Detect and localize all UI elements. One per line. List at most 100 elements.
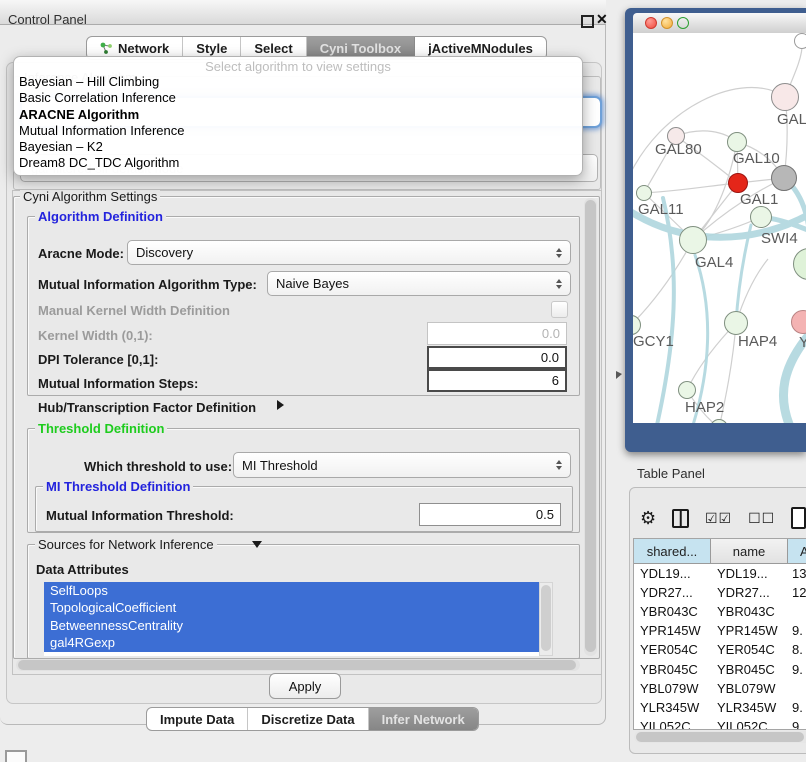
network-node[interactable] bbox=[771, 83, 799, 111]
kernel-width-field[interactable]: 0.0 bbox=[427, 322, 567, 345]
cell-value: 8. bbox=[788, 642, 806, 657]
table-panel-title: Table Panel bbox=[637, 466, 705, 481]
cell-value: 9. bbox=[788, 719, 806, 730]
screen: Control Panel ✕ Network bbox=[0, 0, 806, 762]
minimize-traffic-light[interactable] bbox=[661, 17, 673, 29]
manual-kernel-width-label: Manual Kernel Width Definition bbox=[38, 303, 230, 318]
dpi-tolerance-field[interactable]: 0.0 bbox=[427, 346, 567, 369]
checked-boxes-icon[interactable]: ☑☑ bbox=[705, 511, 732, 525]
attribute-list-item[interactable]: gal4RGexp bbox=[44, 634, 539, 651]
table-horizontal-scrollbar[interactable] bbox=[634, 731, 806, 743]
kernel-width-label: Kernel Width (0,1): bbox=[38, 328, 153, 343]
network-node[interactable] bbox=[794, 33, 806, 49]
bottom-tab-label: Discretize Data bbox=[261, 712, 354, 727]
table-row[interactable]: YBR043C YBR043C bbox=[634, 602, 806, 621]
dropdown-item[interactable]: Dream8 DC_TDC Algorithm bbox=[14, 155, 582, 171]
aracne-mode-combo[interactable]: Discovery bbox=[127, 240, 571, 265]
table-row[interactable]: YDL19... YDL19... 13 bbox=[634, 564, 806, 583]
network-node[interactable] bbox=[679, 226, 707, 254]
attribute-name: BetweennessCentrality bbox=[50, 618, 183, 633]
table-row[interactable]: YPR145W YPR145W 9. bbox=[634, 621, 806, 640]
network-node[interactable] bbox=[727, 132, 747, 152]
mi-algorithm-type-combo[interactable]: Naive Bayes bbox=[267, 271, 571, 296]
column-header-cut[interactable]: A bbox=[788, 539, 806, 563]
column-header-name[interactable]: name bbox=[711, 539, 788, 563]
attribute-list-item[interactable]: TopologicalCoefficient bbox=[44, 599, 539, 616]
control-panel-titlebar[interactable] bbox=[0, 0, 606, 25]
hub-definition-expander[interactable]: Hub/Transcription Factor Definition bbox=[38, 400, 256, 415]
dropdown-item[interactable]: Mutual Information Inference bbox=[14, 123, 582, 139]
table-row[interactable]: YLR345W YLR345W 9. bbox=[634, 698, 806, 717]
bottom-tab[interactable]: Discretize Data bbox=[248, 708, 368, 730]
network-window-titlebar[interactable] bbox=[633, 13, 806, 34]
data-attributes-label: Data Attributes bbox=[36, 562, 129, 577]
close-icon[interactable]: ✕ bbox=[596, 11, 608, 28]
tab-label: Select bbox=[254, 41, 292, 56]
table-row[interactable]: YIL052C YIL052C 9. bbox=[634, 717, 806, 730]
which-threshold-combo[interactable]: MI Threshold bbox=[233, 452, 571, 478]
table-row[interactable]: YBL079W YBL079W bbox=[634, 679, 806, 698]
gear-icon[interactable]: ⚙ bbox=[640, 509, 656, 527]
expander-arrow-icon[interactable] bbox=[277, 400, 284, 410]
cell-name: YBR045C bbox=[711, 662, 788, 677]
kernel-width-value: 0.0 bbox=[542, 326, 560, 341]
bottom-tab[interactable]: Infer Network bbox=[369, 708, 478, 730]
dropdown-item-label: Bayesian – Hill Climbing bbox=[19, 74, 159, 89]
hub-definition-label: Hub/Transcription Factor Definition bbox=[38, 400, 256, 415]
column-header-shared-name[interactable]: shared... bbox=[634, 539, 711, 563]
stepper-arrows-icon bbox=[556, 460, 562, 470]
table-row[interactable]: YDR27... YDR27... 12 bbox=[634, 583, 806, 602]
network-node-label: SWI4 bbox=[761, 230, 798, 247]
mi-threshold-field[interactable]: 0.5 bbox=[419, 503, 561, 526]
network-canvas[interactable]: GALGAL80GAL10GAL1GAL11GAL4SWI4GCY1HAP4YH… bbox=[633, 33, 806, 423]
collapse-arrow-icon[interactable] bbox=[252, 541, 262, 548]
partial-bottom-icon[interactable] bbox=[5, 750, 27, 762]
data-attributes-list[interactable]: SelfLoops TopologicalCoefficient Between… bbox=[44, 582, 539, 656]
dpi-tolerance-label: DPI Tolerance [0,1]: bbox=[38, 352, 158, 367]
split-columns-icon[interactable] bbox=[672, 509, 689, 528]
tab-label: Network bbox=[118, 41, 169, 56]
table-toolbar: ⚙ ☑☑ ☐☐ bbox=[640, 502, 806, 534]
network-node[interactable] bbox=[636, 185, 652, 201]
bottom-tab[interactable]: Impute Data bbox=[147, 708, 248, 730]
table-row[interactable]: YER054C YER054C 8. bbox=[634, 640, 806, 659]
network-node[interactable] bbox=[678, 381, 696, 399]
dropdown-item-label: Mutual Information Inference bbox=[19, 123, 184, 138]
tab-label: Style bbox=[196, 41, 227, 56]
network-node-label: GAL10 bbox=[733, 150, 780, 167]
mi-algorithm-type-value: Naive Bayes bbox=[276, 276, 556, 291]
mi-steps-field[interactable]: 6 bbox=[427, 369, 567, 392]
dropdown-item[interactable]: Basic Correlation Inference bbox=[14, 90, 582, 106]
dropdown-placeholder: Select algorithm to view settings bbox=[14, 59, 582, 74]
cell-name: YER054C bbox=[711, 642, 788, 657]
cell-shared-name: YIL052C bbox=[634, 719, 711, 730]
network-node[interactable] bbox=[750, 206, 772, 228]
manual-kernel-width-checkbox[interactable] bbox=[551, 301, 568, 318]
attribute-list-item[interactable]: SelfLoops bbox=[44, 582, 539, 599]
unchecked-boxes-icon[interactable]: ☐☐ bbox=[748, 511, 775, 525]
list-scrollbar[interactable] bbox=[539, 582, 553, 656]
settings-horizontal-scrollbar[interactable] bbox=[16, 659, 580, 671]
cell-name: YIL052C bbox=[711, 719, 788, 730]
dropdown-item[interactable]: Bayesian – K2 bbox=[14, 139, 582, 155]
zoom-traffic-light[interactable] bbox=[677, 17, 689, 29]
network-node[interactable] bbox=[724, 311, 748, 335]
page-icon[interactable] bbox=[791, 507, 806, 529]
float-window-icon[interactable] bbox=[581, 15, 594, 28]
dropdown-item[interactable]: Bayesian – Hill Climbing bbox=[14, 74, 582, 90]
table-row[interactable]: YBR045C YBR045C 9. bbox=[634, 659, 806, 678]
close-traffic-light[interactable] bbox=[645, 17, 657, 29]
network-node-label: GAL11 bbox=[638, 201, 684, 218]
attribute-list-item[interactable]: BetweennessCentrality bbox=[44, 617, 539, 634]
apply-button[interactable]: Apply bbox=[269, 673, 341, 699]
network-node[interactable] bbox=[771, 165, 797, 191]
cell-name: YBL079W bbox=[711, 681, 788, 696]
dropdown-item-label: ARACNE Algorithm bbox=[19, 107, 139, 122]
settings-vertical-scrollbar[interactable] bbox=[584, 198, 597, 656]
mi-steps-value: 6 bbox=[552, 373, 559, 388]
dropdown-item[interactable]: ARACNE Algorithm bbox=[14, 107, 582, 123]
network-node[interactable] bbox=[728, 173, 748, 193]
dropdown-item-label: Bayesian – K2 bbox=[19, 139, 103, 154]
cell-shared-name: YBL079W bbox=[634, 681, 711, 696]
sources-group-title[interactable]: Sources for Network Inference bbox=[35, 537, 217, 552]
